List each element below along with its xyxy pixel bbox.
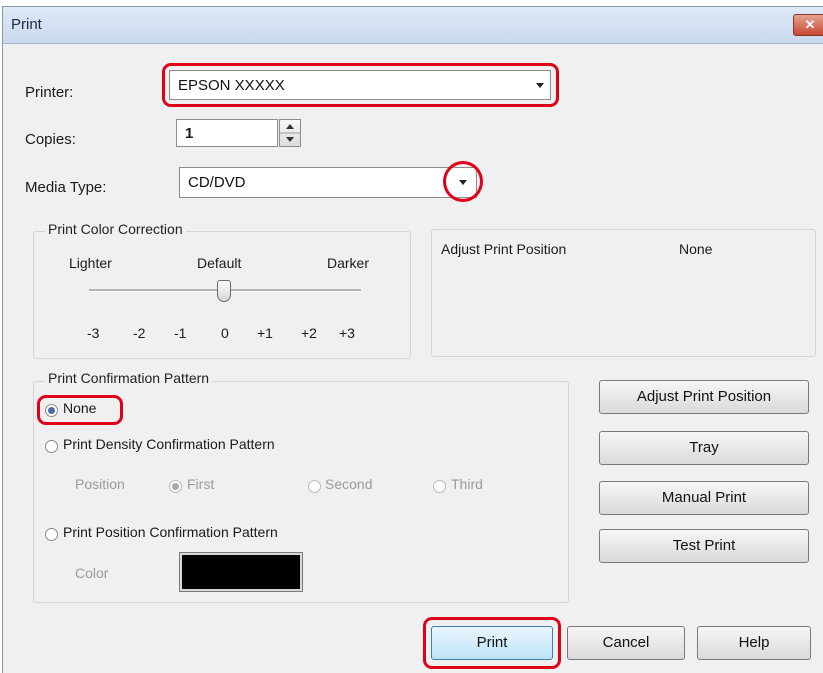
copies-input[interactable]: 1 [176, 119, 278, 147]
media-type-select[interactable]: CD/DVD [179, 167, 477, 198]
radio-density-pattern[interactable] [45, 440, 58, 453]
radio-third-label: Third [451, 476, 483, 492]
confirmation-title: Print Confirmation Pattern [45, 370, 213, 386]
cancel-button[interactable]: Cancel [567, 626, 685, 660]
position-label: Position [75, 476, 125, 492]
default-label: Default [197, 255, 242, 271]
color-swatch [182, 555, 300, 589]
radio-position-pattern-label[interactable]: Print Position Confirmation Pattern [63, 524, 278, 540]
tick-label: -2 [133, 325, 146, 341]
test-print-button[interactable]: Test Print [599, 529, 809, 563]
color-swatch-button[interactable] [179, 552, 303, 592]
print-dialog: Print ✕ Printer: EPSON XXXXX Copies: 1 M… [2, 6, 823, 673]
title-bar: Print ✕ [3, 7, 823, 44]
radio-second[interactable] [308, 480, 321, 493]
stepper-arrows-icon [280, 124, 300, 142]
radio-first[interactable] [169, 480, 182, 493]
close-icon: ✕ [804, 17, 816, 32]
printer-label: Printer: [25, 84, 74, 101]
adjust-position-value: None [679, 241, 713, 257]
tick-label: -3 [87, 325, 100, 341]
manual-print-button[interactable]: Manual Print [599, 481, 809, 515]
radio-third[interactable] [433, 480, 446, 493]
radio-position-pattern[interactable] [45, 528, 58, 541]
tick-label: 0 [221, 325, 229, 341]
tray-button[interactable]: Tray [599, 431, 809, 465]
color-label: Color [75, 565, 109, 581]
color-slider-thumb[interactable] [217, 280, 231, 302]
media-type-value: CD/DVD [188, 174, 246, 191]
radio-first-label: First [187, 476, 215, 492]
tick-label: +1 [257, 325, 273, 341]
radio-density-label[interactable]: Print Density Confirmation Pattern [63, 436, 275, 452]
copies-stepper[interactable] [279, 119, 301, 147]
help-button[interactable]: Help [697, 626, 811, 660]
media-type-label: Media Type: [25, 179, 107, 196]
adjust-position-label: Adjust Print Position [441, 241, 567, 257]
radio-second-label: Second [325, 476, 373, 492]
copies-value: 1 [185, 125, 194, 142]
close-button[interactable]: ✕ [793, 14, 823, 36]
highlight-printer [162, 63, 559, 107]
window-title: Print [11, 16, 42, 33]
darker-label: Darker [327, 255, 370, 271]
lighter-label: Lighter [69, 255, 112, 271]
tick-label: +3 [339, 325, 355, 341]
tick-label: +2 [301, 325, 317, 341]
highlight-none [37, 395, 123, 425]
copies-label: Copies: [25, 131, 76, 148]
color-correction-title: Print Color Correction [45, 221, 186, 237]
adjust-print-position-button[interactable]: Adjust Print Position [599, 380, 809, 414]
highlight-media-type-arrow [443, 161, 483, 202]
tick-label: -1 [174, 325, 187, 341]
highlight-print [423, 617, 561, 669]
